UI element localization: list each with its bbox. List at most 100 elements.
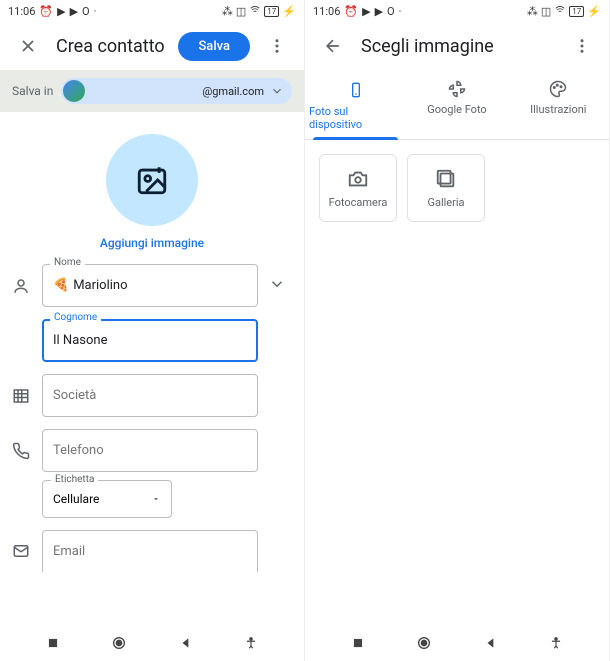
palette-icon: [549, 80, 567, 98]
status-left: 11:06 ⏰ ▶ ▶ O ·: [8, 5, 97, 18]
chevron-down-icon: [268, 275, 286, 293]
page-title: Crea contatto: [56, 36, 166, 57]
wifi-icon: [554, 5, 566, 18]
camera-label: Fotocamera: [329, 196, 388, 209]
phone-device-icon: [348, 80, 364, 100]
save-in-row: Salva in @gmail.com: [0, 70, 304, 112]
opera-icon: O: [82, 5, 90, 18]
status-left: 11:06 ⏰ ▶ ▶ O ·: [313, 5, 402, 18]
phone-right: 11:06 ⏰ ▶ ▶ O · ⁂ ◫ 17 ⚡ Scegli immagine: [305, 0, 610, 661]
field-row-surname: Cognome Il Nasone: [0, 313, 304, 368]
nav-back-icon[interactable]: [484, 636, 498, 650]
gallery-card[interactable]: Galleria: [407, 154, 485, 222]
battery-icon: 17: [264, 6, 279, 17]
phone-input[interactable]: Telefono: [42, 429, 258, 472]
alarm-icon: ⏰: [39, 5, 53, 18]
nav-bar: [305, 625, 609, 661]
more-vert-icon: [268, 37, 286, 55]
expand-name-button[interactable]: [268, 275, 290, 297]
field-row-email: Email: [0, 524, 304, 578]
account-email: @gmail.com: [91, 85, 264, 98]
status-right: ⁂ ◫ 17 ⚡: [527, 5, 601, 18]
pizza-emoji: 🍕: [53, 278, 69, 293]
field-row-label: Etichetta Cellulare: [0, 478, 304, 524]
play-icon: ▶: [70, 5, 78, 18]
clock: 11:06: [8, 5, 35, 18]
arrow-back-icon: [323, 36, 343, 56]
overflow-button[interactable]: [567, 31, 597, 61]
nav-bar: [0, 625, 304, 661]
label-value: Cellulare: [53, 492, 99, 506]
name-input[interactable]: 🍕Mariolino: [42, 264, 258, 307]
nav-accessibility-icon[interactable]: [244, 636, 258, 650]
add-image-label[interactable]: Aggiungi immagine: [100, 236, 204, 250]
phone-left: 11:06 ⏰ ▶ ▶ O · ⁂ ◫ 17 ⚡ Crea contatto S…: [0, 0, 305, 661]
nav-home-icon[interactable]: [416, 635, 432, 651]
dot-icon: ·: [94, 5, 97, 18]
email-input[interactable]: Email: [42, 530, 258, 572]
close-icon: [18, 36, 38, 56]
bluetooth-icon: ⁂: [222, 5, 233, 18]
status-bar: 11:06 ⏰ ▶ ▶ O · ⁂ ◫ 17 ⚡: [0, 0, 304, 22]
play-icon: ▶: [375, 5, 383, 18]
company-input[interactable]: Società: [42, 374, 258, 417]
tab-label: Foto sul dispositivo: [309, 105, 402, 131]
save-button[interactable]: Salva: [178, 32, 250, 61]
avatar: [63, 80, 85, 102]
phone-field-wrap: Telefono: [42, 429, 258, 472]
back-button[interactable]: [317, 30, 349, 62]
dot-icon: ·: [399, 5, 402, 18]
image-source-grid: Fotocamera Galleria: [305, 140, 609, 236]
tab-illustrations[interactable]: Illustrazioni: [508, 70, 609, 139]
play-icon: ▶: [57, 5, 65, 18]
phone-icon: [10, 442, 32, 460]
google-photos-icon: [448, 80, 466, 98]
app-header: Scegli immagine: [305, 22, 609, 70]
tab-google-photos[interactable]: Google Foto: [406, 70, 507, 139]
field-row-name: Nome 🍕Mariolino: [0, 258, 304, 313]
field-row-phone: Telefono: [0, 423, 304, 478]
nav-accessibility-icon[interactable]: [549, 636, 563, 650]
camera-icon: [347, 168, 369, 190]
wifi-icon: [249, 5, 261, 18]
status-bar: 11:06 ⏰ ▶ ▶ O · ⁂ ◫ 17 ⚡: [305, 0, 609, 22]
company-icon: [10, 387, 32, 405]
page-title: Scegli immagine: [361, 36, 555, 57]
nav-recent-icon[interactable]: [351, 636, 365, 650]
camera-card[interactable]: Fotocamera: [319, 154, 397, 222]
battery-icon: 17: [569, 6, 584, 17]
email-icon: [10, 542, 32, 560]
account-selector[interactable]: @gmail.com: [61, 78, 292, 104]
vibrate-icon: ◫: [236, 5, 246, 18]
tabs: Foto sul dispositivo Google Foto Illustr…: [305, 70, 609, 140]
name-field-wrap: Nome 🍕Mariolino: [42, 264, 258, 307]
tab-label: Google Foto: [427, 103, 486, 116]
app-header: Crea contatto Salva: [0, 22, 304, 70]
tab-label: Illustrazioni: [530, 103, 586, 116]
close-button[interactable]: [12, 30, 44, 62]
contact-form: Aggiungi immagine Nome 🍕Mariolino Cognom…: [0, 112, 304, 625]
company-field-wrap: Società: [42, 374, 258, 417]
chevron-down-icon: [270, 84, 284, 98]
surname-input[interactable]: Il Nasone: [42, 319, 258, 362]
person-icon: [10, 277, 32, 295]
more-vert-icon: [573, 37, 591, 55]
caret-down-icon: [151, 494, 161, 504]
opera-icon: O: [387, 5, 395, 18]
nav-back-icon[interactable]: [179, 636, 193, 650]
name-label: Nome: [50, 257, 85, 268]
play-icon: ▶: [362, 5, 370, 18]
field-row-company: Società: [0, 368, 304, 423]
nav-recent-icon[interactable]: [46, 636, 60, 650]
email-field-wrap: Email: [42, 530, 258, 572]
add-photo-button[interactable]: [106, 134, 198, 226]
phone-label-dropdown[interactable]: Etichetta Cellulare: [42, 480, 172, 518]
nav-home-icon[interactable]: [111, 635, 127, 651]
surname-field-wrap: Cognome Il Nasone: [42, 319, 258, 362]
clock: 11:06: [313, 5, 340, 18]
tab-device-photos[interactable]: Foto sul dispositivo: [305, 70, 406, 139]
add-image-icon: [135, 163, 169, 197]
gallery-label: Galleria: [427, 196, 464, 209]
charging-icon: ⚡: [282, 5, 296, 18]
overflow-button[interactable]: [262, 31, 292, 61]
